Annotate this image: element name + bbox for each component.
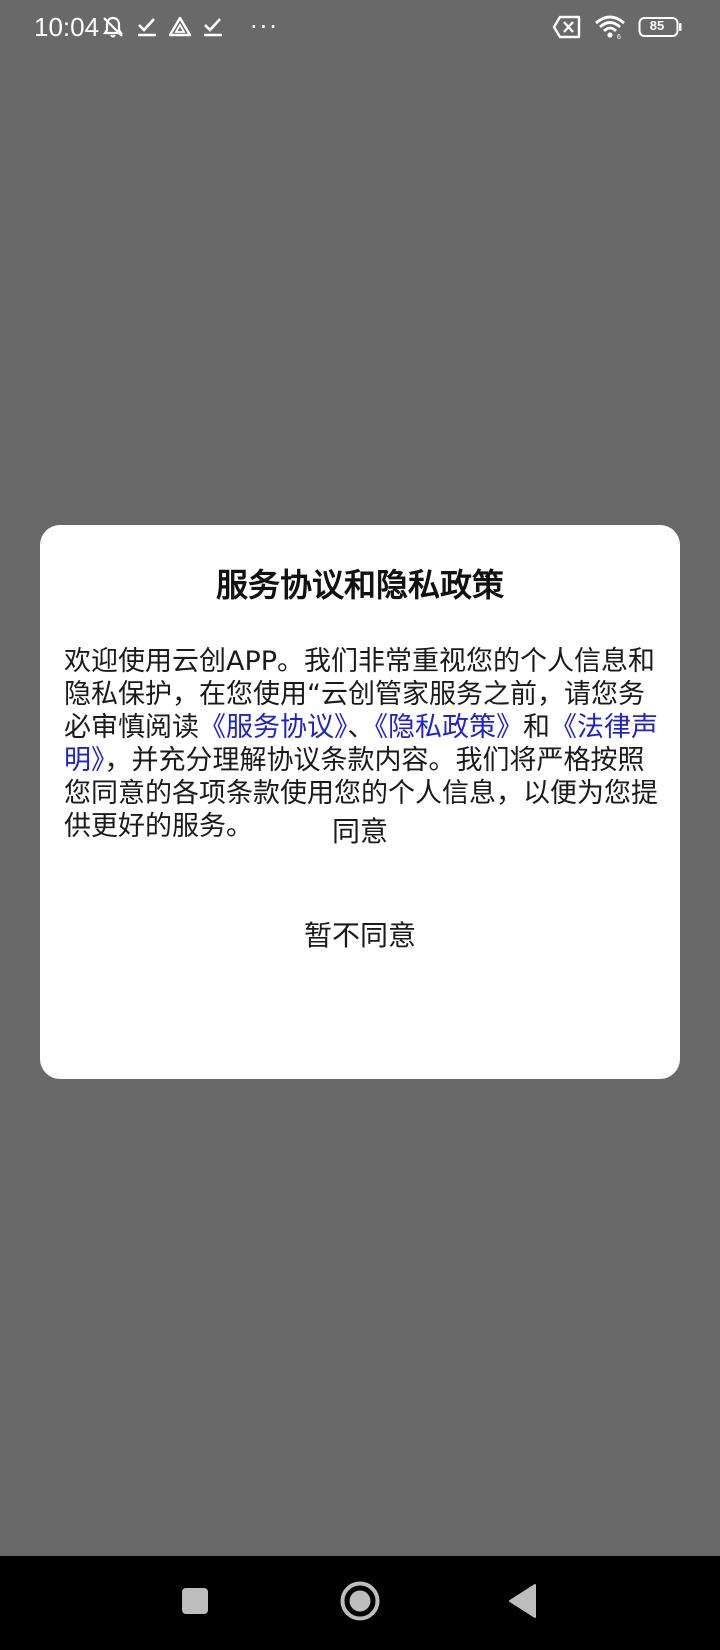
- recents-icon: [180, 1586, 210, 1620]
- privacy-policy-link[interactable]: 《隐私政策》: [375, 712, 524, 743]
- agree-button[interactable]: 同意: [40, 797, 680, 867]
- notification-icons: ···: [100, 12, 279, 42]
- svg-text:6: 6: [617, 34, 621, 40]
- home-icon: [339, 1580, 381, 1626]
- battery-icon: 85: [638, 16, 682, 38]
- back-icon: [507, 1583, 539, 1623]
- home-button[interactable]: [337, 1580, 383, 1626]
- status-bar: 10:04 ··· 6 85: [0, 0, 720, 54]
- navigation-bar: [0, 1556, 720, 1650]
- check-icon: [136, 15, 158, 39]
- recents-button[interactable]: [172, 1580, 218, 1626]
- back-button[interactable]: [500, 1580, 546, 1626]
- dialog-title: 服务协议和隐私政策: [215, 566, 504, 604]
- drive-icon: [168, 16, 192, 38]
- no-sim-icon: [552, 15, 582, 39]
- system-icons: 6 85: [552, 12, 682, 42]
- status-time: 10:04: [34, 12, 100, 42]
- battery-level: 85: [649, 18, 665, 33]
- mute-icon: [100, 14, 126, 40]
- more-notifications-indicator: ···: [250, 13, 279, 41]
- check-icon: [202, 15, 224, 39]
- wifi-icon: 6: [594, 14, 626, 40]
- message-separator: 、: [347, 712, 375, 743]
- service-agreement-link[interactable]: 《服务协议》: [199, 712, 348, 743]
- privacy-dialog: 服务协议和隐私政策 欢迎使用云创APP。我们非常重视您的个人信息和隐私保护，在您…: [40, 525, 680, 1079]
- disagree-button[interactable]: 暂不同意: [40, 901, 680, 971]
- message-separator: 和: [523, 712, 550, 743]
